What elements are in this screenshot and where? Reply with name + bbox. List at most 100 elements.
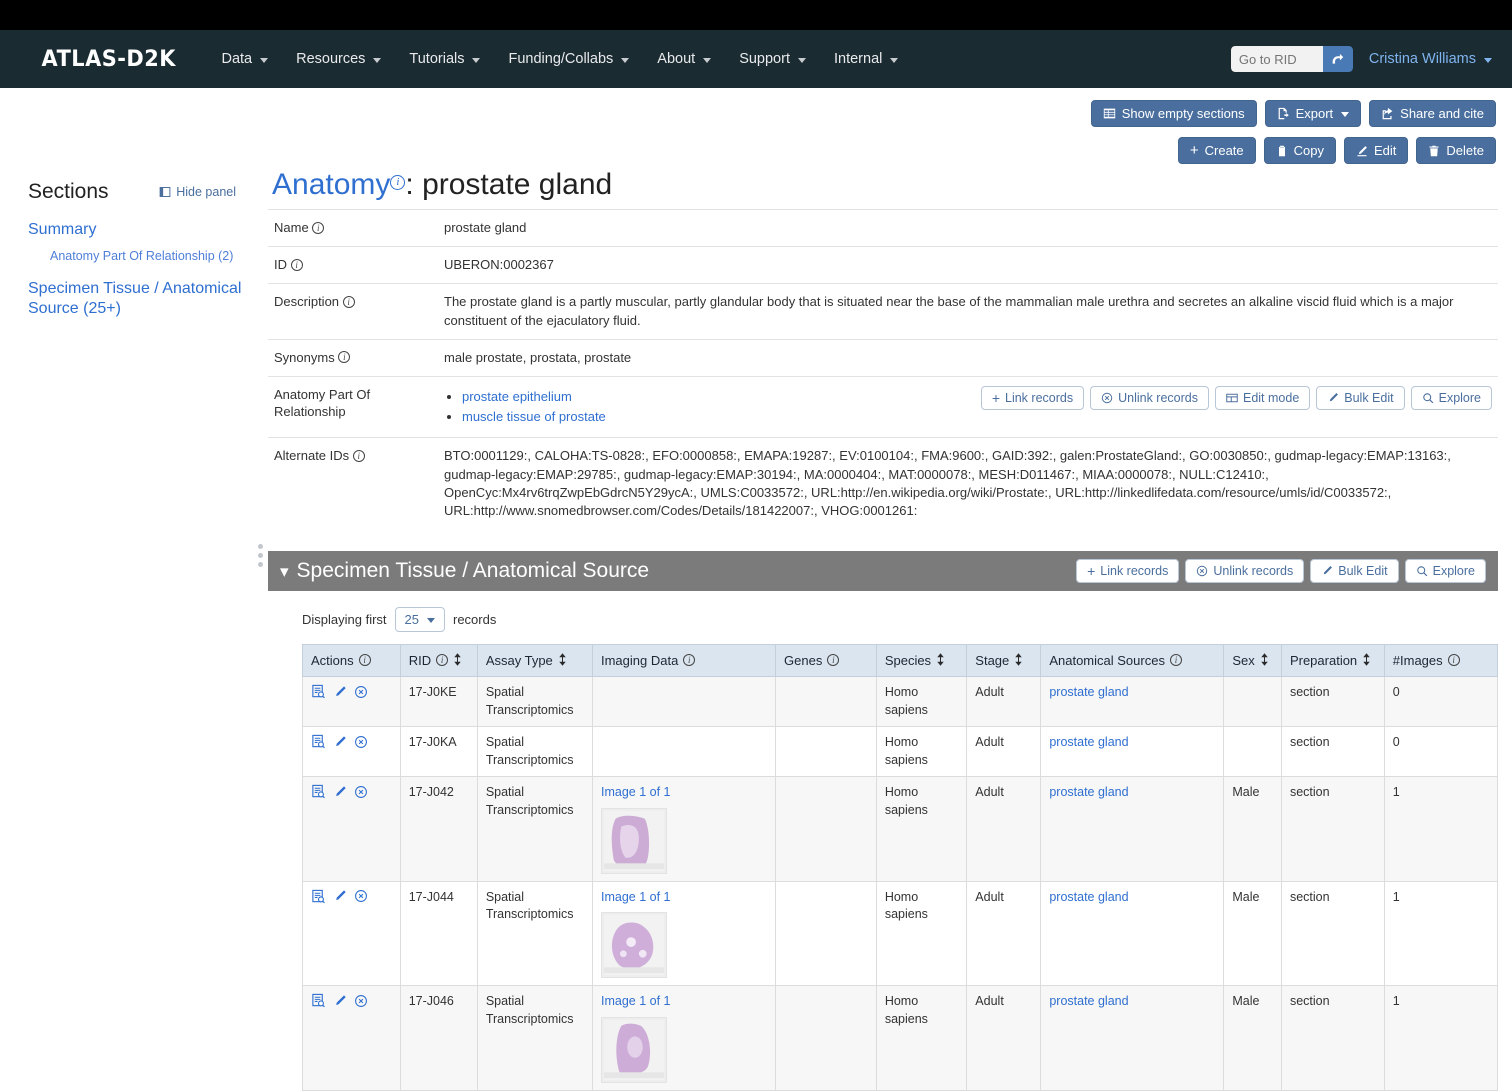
alternate-ids-value: BTO:0001129:, CALOHA:TS-0828:, EFO:00008… [438, 437, 1498, 530]
info-icon[interactable]: i [352, 449, 365, 462]
imaging-data-cell [591, 726, 777, 778]
anatomical-source-link[interactable]: prostate gland [1049, 785, 1128, 799]
info-icon[interactable]: i [358, 653, 371, 666]
column-header-rid[interactable]: RID i [399, 644, 478, 678]
sort-icon[interactable] [558, 653, 567, 668]
view-details-icon[interactable] [311, 889, 326, 904]
unlink-row-icon[interactable] [354, 735, 368, 749]
info-icon[interactable]: i [338, 351, 351, 364]
unlink-row-icon[interactable] [354, 785, 368, 799]
column-header-stage[interactable]: Stage [966, 644, 1042, 678]
bulk-edit-button[interactable]: Bulk Edit [1310, 559, 1399, 584]
info-icon[interactable]: i [390, 175, 406, 190]
anatomical-source-link[interactable]: prostate gland [1049, 994, 1128, 1008]
site-logo[interactable]: ATLAS-D2K [42, 47, 176, 72]
link-records-button[interactable]: + Link records [980, 385, 1085, 410]
chevron-down-icon[interactable]: ▾ [280, 563, 289, 580]
link-records-button[interactable]: + Link records [1076, 559, 1180, 584]
view-details-icon[interactable] [311, 993, 326, 1008]
show-empty-sections-button[interactable]: Show empty sections [1090, 100, 1257, 127]
column-header-assay-type[interactable]: Assay Type [476, 644, 593, 678]
sort-icon[interactable] [1362, 653, 1371, 668]
imaging-data-link[interactable]: Image 1 of 1 [601, 994, 671, 1008]
section-heading[interactable]: ▾ Specimen Tissue / Anatomical Source [280, 559, 649, 583]
nav-item-tutorials[interactable]: Tutorials [395, 43, 494, 75]
unlink-row-icon[interactable] [354, 685, 368, 699]
info-icon[interactable]: i [342, 295, 355, 308]
column-header-actions: Actions i [302, 644, 401, 678]
imaging-thumbnail[interactable] [600, 807, 667, 874]
info-icon[interactable]: i [436, 653, 449, 666]
info-icon[interactable]: i [312, 221, 325, 234]
delete-button[interactable]: Delete [1416, 137, 1496, 164]
part-of-link[interactable]: muscle tissue of prostate [462, 409, 606, 424]
edit-row-icon[interactable] [333, 685, 347, 699]
unlink-records-button[interactable]: Unlink records [1185, 559, 1305, 584]
panel-resize-handle[interactable] [252, 544, 268, 1091]
field-value: prostate gland [438, 208, 1498, 247]
explore-button[interactable]: Explore [1410, 385, 1492, 410]
rid-cell: 17-J042 [399, 776, 478, 882]
nav-item-data[interactable]: Data [207, 43, 282, 75]
species-cell: Homo sapiens [875, 985, 968, 1091]
entity-type-link[interactable]: Anatomy [272, 168, 390, 201]
go-to-rid-group[interactable] [1230, 46, 1353, 72]
edit-row-icon[interactable] [333, 735, 347, 749]
column-header-species[interactable]: Species [875, 644, 968, 678]
imaging-thumbnail[interactable] [600, 1016, 667, 1083]
nav-item-about[interactable]: About [643, 43, 725, 75]
info-icon[interactable]: i [827, 653, 840, 666]
row-actions [302, 985, 401, 1091]
edit-row-icon[interactable] [333, 889, 347, 903]
sort-icon[interactable] [1260, 653, 1269, 668]
sidebar-item-specimen-tissue-anatomical-source-25[interactable]: Specimen Tissue / Anatomical Source (25+… [28, 279, 252, 319]
view-details-icon[interactable] [311, 784, 326, 799]
column-header-sex[interactable]: Sex [1223, 644, 1282, 678]
unlink-row-icon[interactable] [354, 994, 368, 1008]
imaging-thumbnail[interactable] [600, 912, 667, 979]
sort-icon[interactable] [936, 653, 945, 668]
copy-button[interactable]: Copy [1263, 137, 1337, 164]
edit-mode-button[interactable]: Edit mode [1214, 385, 1311, 410]
info-icon[interactable]: i [683, 653, 696, 666]
edit-button[interactable]: Edit [1344, 137, 1409, 164]
unlink-records-button[interactable]: Unlink records [1090, 385, 1209, 410]
imaging-data-link[interactable]: Image 1 of 1 [601, 890, 671, 904]
unlink-row-icon[interactable] [354, 889, 368, 903]
info-icon[interactable]: i [1169, 653, 1182, 666]
create-button[interactable]: + Create [1177, 137, 1256, 164]
explore-button[interactable]: Explore [1404, 559, 1486, 584]
export-button[interactable]: Export [1264, 100, 1362, 127]
anatomical-source-link[interactable]: prostate gland [1049, 685, 1128, 699]
field-key: Name i [268, 208, 438, 247]
part-of-link[interactable]: prostate epithelium [462, 389, 572, 404]
images-count-cell: 1 [1383, 985, 1499, 1091]
info-icon[interactable]: i [290, 258, 303, 271]
hide-panel-button[interactable]: Hide panel [159, 185, 236, 199]
info-icon[interactable]: i [1447, 653, 1460, 666]
column-header-preparation[interactable]: Preparation [1280, 644, 1385, 678]
bulk-edit-button[interactable]: Bulk Edit [1316, 385, 1405, 410]
view-details-icon[interactable] [311, 684, 326, 699]
rid-go-icon[interactable] [1322, 46, 1353, 72]
sidebar-item-summary[interactable]: Summary [28, 220, 252, 240]
anatomical-source-link[interactable]: prostate gland [1049, 735, 1128, 749]
rid-input[interactable] [1230, 46, 1323, 72]
nav-item-support[interactable]: Support [725, 43, 820, 75]
sort-icon[interactable] [453, 653, 462, 668]
imaging-data-link[interactable]: Image 1 of 1 [601, 785, 671, 799]
sort-icon[interactable] [1014, 653, 1023, 668]
share-and-cite-button[interactable]: Share and cite [1369, 100, 1496, 127]
nav-item-resources[interactable]: Resources [282, 43, 395, 75]
anatomical-source-link[interactable]: prostate gland [1049, 890, 1128, 904]
nav-item-funding-collabs[interactable]: Funding/Collabs [494, 43, 643, 75]
page-size-select[interactable]: 25 [394, 607, 445, 633]
imaging-data-cell [591, 676, 777, 728]
edit-row-icon[interactable] [333, 994, 347, 1008]
edit-row-icon[interactable] [333, 785, 347, 799]
nav-item-internal[interactable]: Internal [820, 43, 912, 75]
sidebar-item-anatomy-part-of-relationship-2[interactable]: Anatomy Part Of Relationship (2) [50, 249, 252, 263]
view-details-icon[interactable] [311, 734, 326, 749]
user-menu[interactable]: Cristina Williams [1369, 51, 1492, 67]
column-header-label: #Images [1392, 653, 1443, 669]
